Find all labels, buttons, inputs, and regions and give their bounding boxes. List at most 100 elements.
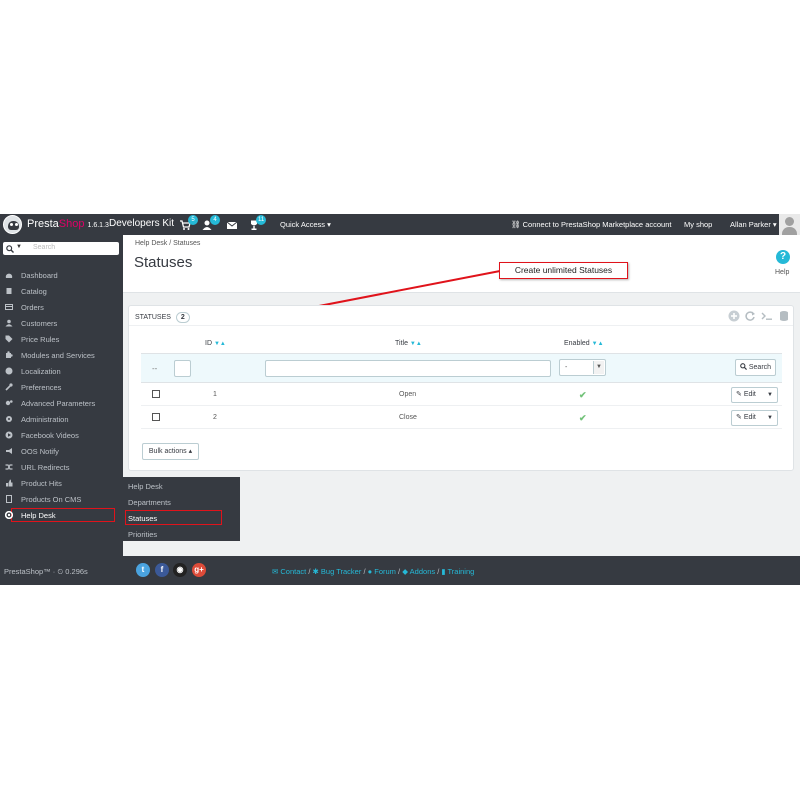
sql-query-icon[interactable]: [761, 310, 773, 322]
sort-icon[interactable]: ▼▲: [592, 341, 604, 347]
row-id: 2: [213, 414, 217, 421]
row-checkbox[interactable]: [152, 413, 160, 421]
help-icon[interactable]: ?: [776, 250, 790, 264]
envelope-icon[interactable]: [226, 219, 238, 231]
column-header-title[interactable]: Title ▼▲: [395, 340, 422, 347]
sidebar-item-label: Modules and Services: [21, 351, 95, 360]
submenu-item-departments[interactable]: Departments: [128, 498, 171, 507]
sort-icon[interactable]: ▼▲: [410, 341, 422, 347]
sidebar-item-product-hits[interactable]: Product Hits: [0, 475, 123, 491]
row-checkbox[interactable]: [152, 390, 160, 398]
chevron-down-icon: ▼: [593, 361, 604, 374]
megaphone-icon: [5, 447, 13, 455]
caret-down-icon[interactable]: ▼: [767, 411, 773, 425]
orders-icon: [5, 303, 13, 311]
title-filter-input[interactable]: [265, 360, 551, 377]
sidebar-item-advanced-parameters[interactable]: Advanced Parameters: [0, 395, 123, 411]
sidebar-item-catalog[interactable]: Catalog: [0, 283, 123, 299]
submenu-item-statuses[interactable]: Statuses: [125, 510, 222, 525]
sidebar-item-label: Dashboard: [21, 271, 58, 280]
footer-link-addons[interactable]: Addons: [410, 567, 435, 576]
brand-shop: Shop: [58, 218, 85, 230]
price-tag-icon: [5, 335, 13, 343]
user-menu[interactable]: Allan Parker ▾: [730, 220, 777, 229]
sidebar-item-products-on-cms[interactable]: Products On CMS: [0, 491, 123, 507]
search-button[interactable]: Search: [735, 359, 776, 376]
envelope-icon: ✉: [272, 567, 279, 576]
footer-link-contact[interactable]: Contact: [280, 567, 306, 576]
help-label[interactable]: Help: [775, 269, 789, 276]
sidebar-item-label: Facebook Videos: [21, 431, 79, 440]
row-title: Open: [399, 391, 417, 398]
submenu-item-priorities[interactable]: Priorities: [128, 530, 157, 539]
quick-access-menu[interactable]: Quick Access ▾: [280, 220, 331, 229]
sidebar-item-label: Customers: [21, 319, 58, 328]
edit-button[interactable]: ✎ Edit ▼: [731, 387, 778, 403]
database-icon[interactable]: [778, 310, 790, 322]
catalog-icon: [5, 287, 13, 295]
sidebar-item-modules[interactable]: Modules and Services: [0, 347, 123, 363]
edit-button[interactable]: ✎ Edit ▼: [731, 410, 778, 426]
connect-marketplace-link[interactable]: ⛓ Connect to PrestaShop Marketplace acco…: [511, 220, 671, 229]
row-title: Close: [399, 414, 417, 421]
sidebar-item-oos-notify[interactable]: OOS Notify: [0, 443, 123, 459]
sidebar-item-localization[interactable]: Localization: [0, 363, 123, 379]
footer: PrestaShop™ · ⏲ 0.296s t f ◉ g+ ✉ Contac…: [0, 556, 800, 585]
shop-name[interactable]: Developers Kit: [109, 218, 174, 229]
check-icon[interactable]: ✔: [579, 390, 587, 401]
sidebar-item-url-redirects[interactable]: URL Redirects: [0, 459, 123, 475]
refresh-icon[interactable]: [744, 310, 756, 322]
table-row[interactable]: 1 Open ✔ ✎ Edit ▼: [141, 384, 782, 406]
brand-presta: Presta: [27, 218, 59, 230]
trophy-badge: 11: [256, 215, 267, 225]
facebook-icon[interactable]: f: [155, 563, 169, 577]
search-button-label: Search: [748, 364, 772, 371]
search-input[interactable]: ▼ Search: [3, 242, 119, 255]
column-header-id[interactable]: ID ▼▲: [205, 340, 226, 347]
sort-icon[interactable]: ▼▲: [214, 341, 226, 347]
enabled-filter-select[interactable]: - ▼: [559, 359, 606, 376]
footer-link-bug-tracker[interactable]: Bug Tracker: [321, 567, 361, 576]
sidebar-item-dashboard[interactable]: Dashboard: [0, 267, 123, 283]
sidebar: ▼ Search Dashboard Catalog Orders Custom…: [0, 235, 123, 572]
sidebar-item-customers[interactable]: Customers: [0, 315, 123, 331]
google-plus-icon[interactable]: g+: [192, 563, 206, 577]
avatar-body: [782, 227, 797, 235]
avatar[interactable]: [779, 214, 800, 235]
submenu-item-help-desk[interactable]: Help Desk: [128, 482, 163, 491]
sidebar-item-help-desk[interactable]: Help Desk: [0, 507, 123, 523]
logo-eye: [10, 223, 13, 226]
edit-label: ✎ Edit: [736, 391, 756, 398]
breadcrumb[interactable]: Help Desk / Statuses: [135, 240, 200, 247]
footer-link-training[interactable]: Training: [447, 567, 474, 576]
twitter-icon[interactable]: t: [136, 563, 150, 577]
table-row[interactable]: 2 Close ✔ ✎ Edit ▼: [141, 407, 782, 429]
customers-badge: 4: [210, 215, 220, 225]
github-icon[interactable]: ◉: [173, 563, 187, 577]
column-header-enabled[interactable]: Enabled ▼▲: [564, 340, 604, 347]
bulk-actions-button[interactable]: Bulk actions ▴: [142, 443, 199, 460]
edit-text: Edit: [743, 414, 756, 421]
prestashop-logo[interactable]: [3, 215, 22, 234]
brand-name: PrestaShop 1.6.1.3: [27, 218, 109, 230]
bug-icon: ✱: [312, 567, 319, 576]
sidebar-item-administration[interactable]: Administration: [0, 411, 123, 427]
add-new-icon[interactable]: [728, 310, 740, 322]
comments-icon: ●: [367, 567, 373, 576]
sidebar-item-orders[interactable]: Orders: [0, 299, 123, 315]
avatar-head: [785, 217, 794, 226]
sidebar-item-facebook-videos[interactable]: Facebook Videos: [0, 427, 123, 443]
check-icon[interactable]: ✔: [579, 413, 587, 424]
sidebar-item-preferences[interactable]: Preferences: [0, 379, 123, 395]
search-placeholder: Search: [33, 244, 56, 251]
shuffle-icon: [5, 463, 13, 471]
my-shop-link[interactable]: My shop: [684, 220, 712, 229]
caret-down-icon[interactable]: ▼: [767, 388, 773, 402]
id-filter-input[interactable]: [174, 360, 191, 377]
book-icon: ▮: [441, 567, 446, 576]
edit-label: ✎ Edit: [736, 414, 756, 421]
count-badge: 2: [175, 312, 190, 323]
sidebar-item-price-rules[interactable]: Price Rules: [0, 331, 123, 347]
sidebar-item-label: OOS Notify: [21, 447, 59, 456]
footer-link-forum[interactable]: Forum: [374, 567, 396, 576]
